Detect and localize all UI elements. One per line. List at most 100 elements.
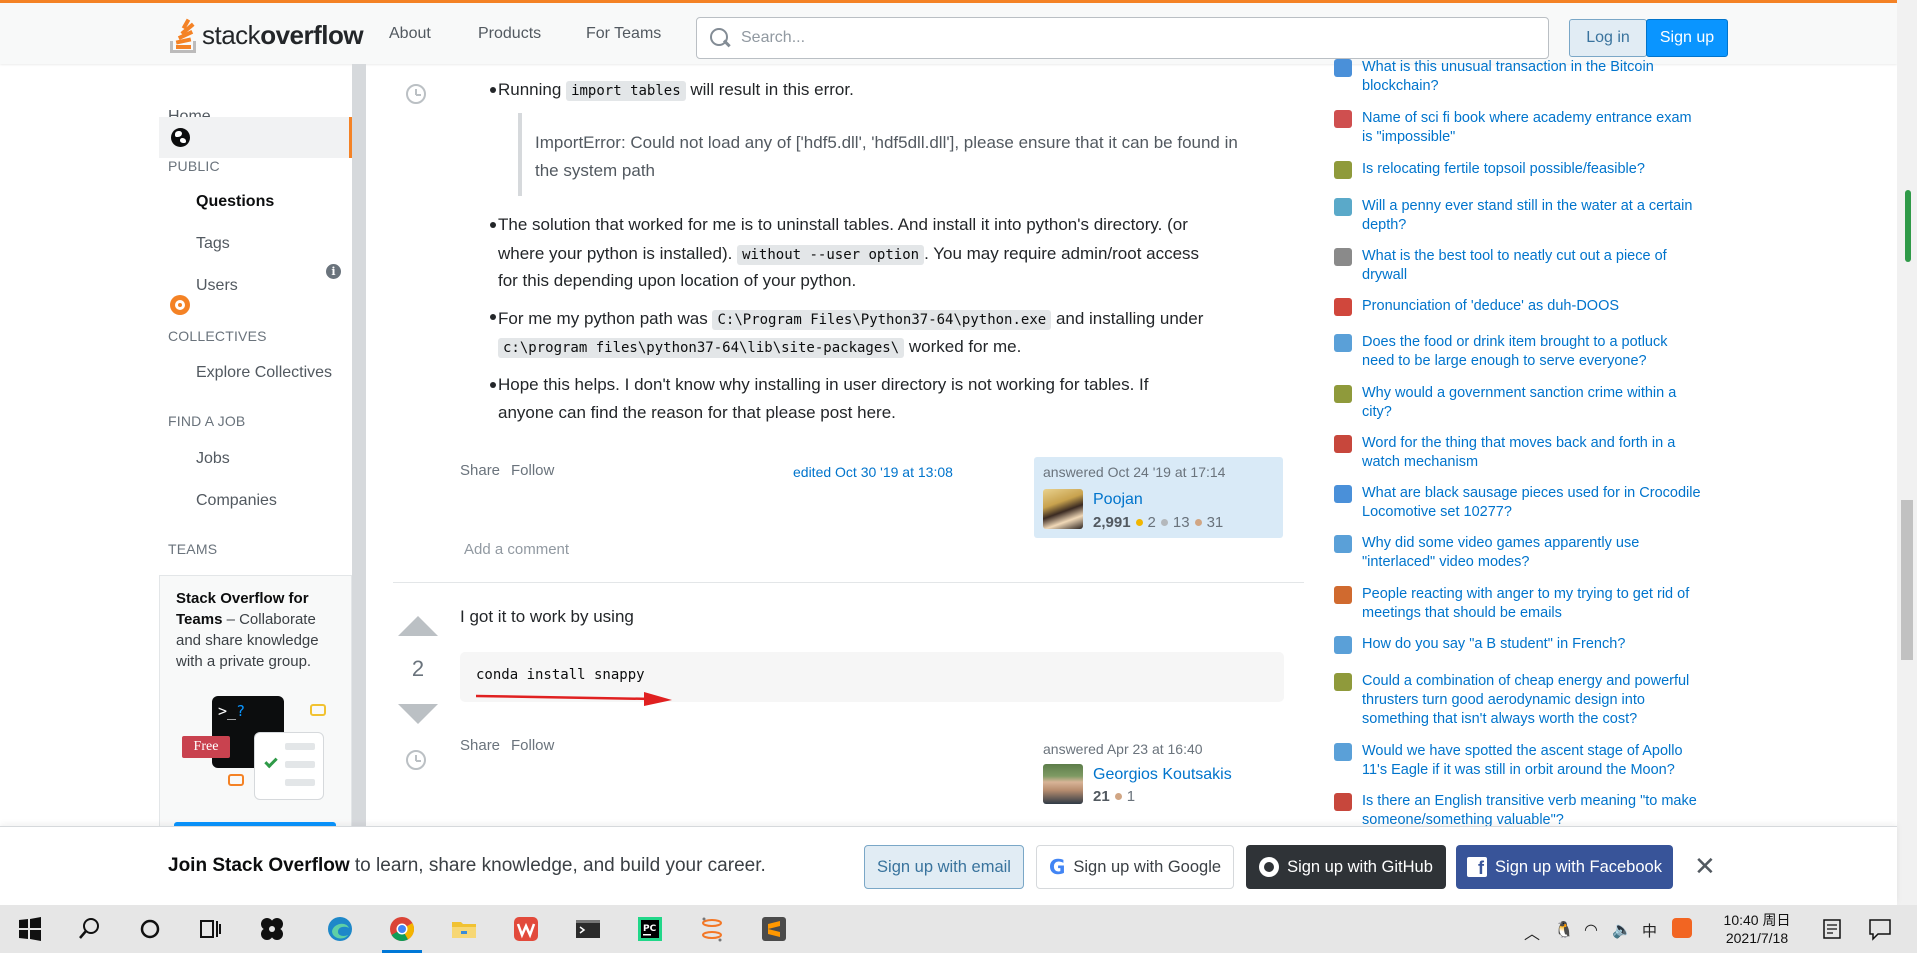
hot-question-link[interactable]: People reacting with anger to my trying … [1362,585,1702,623]
sidebar-heading-collectives: COLLECTIVES [168,328,267,344]
nav-products[interactable]: Products [478,25,541,43]
avatar[interactable] [1043,489,1083,529]
sidebar-item-questions-label[interactable]: Questions [196,193,274,211]
hot-question-link[interactable]: Does the food or drink item brought to a… [1362,333,1702,371]
hot-question-item[interactable]: Pronunciation of 'deduce' as duh-DOOS [1334,297,1704,316]
ime-indicator[interactable]: 中 [1642,920,1657,941]
hot-question-link[interactable]: What is this unusual transaction in the … [1362,58,1702,96]
sidebar-item-explore-collectives[interactable]: Explore Collectives [196,364,332,382]
terminal-icon[interactable] [574,915,602,943]
hot-question-item[interactable]: Does the food or drink item brought to a… [1334,333,1704,371]
pycharm-icon[interactable]: PC [636,915,664,943]
hot-question-item[interactable]: What is the best tool to neatly cut out … [1334,247,1704,285]
sidebar-item-users[interactable]: Users [196,277,238,295]
answer-text-line: where your python is installed). without… [498,244,1200,265]
hot-question-link[interactable]: Could a combination of cheap energy and … [1362,672,1702,729]
hot-question-item[interactable]: How do you say "a B student" in French? [1334,635,1704,654]
history-icon[interactable] [406,750,426,770]
notes-icon[interactable] [1818,915,1846,943]
hot-question-item[interactable]: Would we have spotted the ascent stage o… [1334,742,1704,780]
avatar[interactable] [1043,764,1083,804]
hot-question-link[interactable]: Why would a government sanction crime wi… [1362,384,1702,422]
follow-link[interactable]: Follow [511,462,554,479]
scrollbar[interactable] [1897,0,1917,905]
chevron-up-icon[interactable]: ︿ [1524,920,1540,944]
hot-question-link[interactable]: Will a penny ever stand still in the wat… [1362,197,1702,235]
hot-question-link[interactable]: Is relocating fertile topsoil possible/f… [1362,160,1702,179]
hot-question-item[interactable]: Is relocating fertile topsoil possible/f… [1334,160,1704,179]
english-se-icon-3 [1334,793,1352,811]
signup-github-button[interactable]: Sign up with GitHub [1246,845,1446,889]
edge-icon[interactable] [326,915,354,943]
facebook-icon: f [1467,857,1488,877]
hot-question-link[interactable]: Why did some video games apparently use … [1362,534,1702,572]
scrollbar-thumb[interactable] [1901,500,1913,660]
user-name[interactable]: Georgios Koutsakis [1093,766,1232,784]
hot-question-link[interactable]: What is the best tool to neatly cut out … [1362,247,1702,285]
hot-question-item[interactable]: People reacting with anger to my trying … [1334,585,1704,623]
sidebar-item-companies[interactable]: Companies [196,492,277,510]
hot-question-link[interactable]: Word for the thing that moves back and f… [1362,434,1702,472]
edited-link[interactable]: edited Oct 30 '19 at 13:08 [793,464,953,480]
add-comment-link[interactable]: Add a comment [464,541,569,558]
hot-question-item[interactable]: Is there an English transitive verb mean… [1334,792,1704,830]
hot-question-item[interactable]: What is this unusual transaction in the … [1334,58,1704,96]
hot-question-item[interactable]: Could a combination of cheap energy and … [1334,672,1704,729]
task-view-icon[interactable] [196,915,224,943]
sidebar-item-jobs[interactable]: Jobs [196,450,230,468]
hot-question-item[interactable]: Word for the thing that moves back and f… [1334,434,1704,472]
chrome-icon[interactable] [388,915,416,943]
system-clock[interactable]: 10:40 周日 2021/7/18 [1716,911,1798,947]
history-icon[interactable] [406,84,426,104]
upvote-icon[interactable] [398,616,438,636]
notification-center-icon[interactable] [1866,915,1894,943]
share-link[interactable]: Share [460,737,500,754]
login-button[interactable]: Log in [1569,19,1647,57]
hot-question-item[interactable]: Will a penny ever stand still in the wat… [1334,197,1704,235]
hot-question-link[interactable]: Pronunciation of 'deduce' as duh-DOOS [1362,297,1702,316]
hot-question-link[interactable]: How do you say "a B student" in French? [1362,635,1702,654]
wifi-icon[interactable]: ◠ [1584,920,1598,940]
user-name[interactable]: Poojan [1093,491,1143,509]
answer-text-line: The solution that worked for me is to un… [498,215,1188,234]
windows-start-icon[interactable] [16,915,44,943]
hot-question-item[interactable]: Name of sci fi book where academy entran… [1334,109,1704,147]
share-link[interactable]: Share [460,462,500,479]
signup-facebook-button[interactable]: f Sign up with Facebook [1456,845,1673,889]
cortana-icon[interactable] [136,915,164,943]
volume-icon[interactable]: 🔈 [1612,920,1632,940]
file-explorer-icon[interactable] [450,915,478,943]
teams-promo-card: Stack Overflow for Teams – Collaborate a… [159,575,352,846]
stackoverflow-logo[interactable]: stackoverflow [168,15,364,55]
stackoverflow-logo-icon [168,15,198,55]
app-pinwheel-icon[interactable] [258,915,286,943]
hot-question-link[interactable]: Would we have spotted the ascent stage o… [1362,742,1702,780]
hot-question-item[interactable]: Why did some video games apparently use … [1334,534,1704,572]
worldbuilding-se-icon [1334,385,1352,403]
signup-email-button[interactable]: Sign up with email [864,845,1024,889]
search-icon[interactable] [76,915,104,943]
hot-question-link[interactable]: Is there an English transitive verb mean… [1362,792,1702,830]
nav-for-teams[interactable]: For Teams [586,25,661,43]
nav-about[interactable]: About [389,25,431,43]
sidebar-item-tags[interactable]: Tags [196,235,230,253]
jupyter-icon[interactable] [698,915,726,943]
hot-question-item[interactable]: What are black sausage pieces used for i… [1334,484,1704,522]
sogou-icon[interactable] [1672,918,1692,938]
search-box[interactable] [696,17,1549,59]
close-icon[interactable]: ✕ [1694,853,1716,879]
wps-office-icon[interactable] [512,915,540,943]
signup-google-button[interactable]: G Sign up with Google [1036,845,1234,889]
sublime-text-icon[interactable] [760,915,788,943]
hot-question-link[interactable]: What are black sausage pieces used for i… [1362,484,1702,522]
search-input[interactable] [741,29,1521,47]
signup-button[interactable]: Sign up [1646,19,1728,57]
hot-question-item[interactable]: Why would a government sanction crime wi… [1334,384,1704,422]
qq-icon[interactable]: 🐧 [1554,920,1574,940]
ipse-icon [1334,334,1352,352]
hot-question-link[interactable]: Name of sci fi book where academy entran… [1362,109,1702,147]
google-icon: G [1048,855,1066,879]
info-icon[interactable]: i [326,264,341,279]
downvote-icon[interactable] [398,704,438,724]
follow-link[interactable]: Follow [511,737,554,754]
